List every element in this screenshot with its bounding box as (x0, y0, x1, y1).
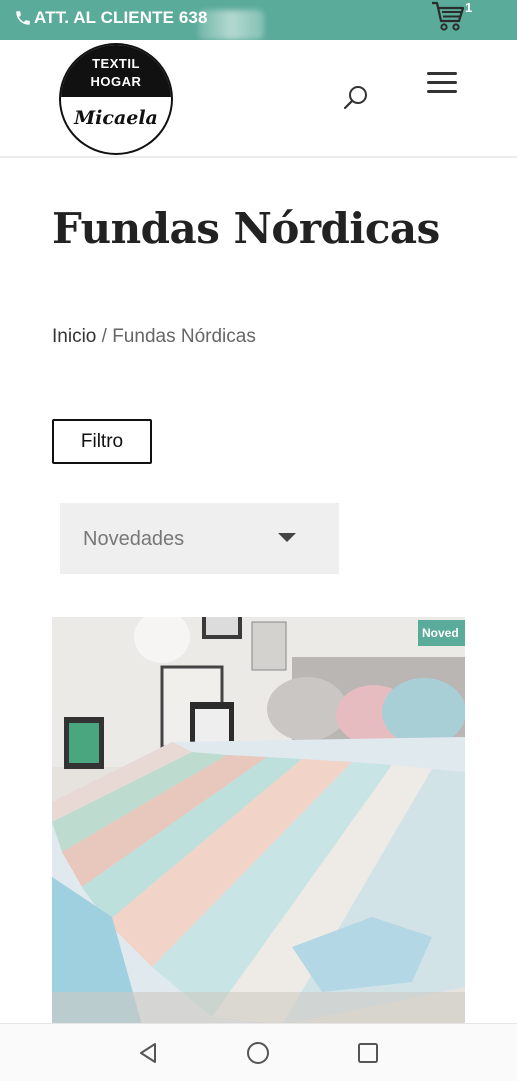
new-product-badge: Noved (418, 620, 465, 646)
phone-icon (16, 11, 30, 25)
back-icon[interactable] (136, 1041, 160, 1065)
site-logo[interactable]: TEXTIL HOGAR Micaela (59, 43, 173, 155)
product-image[interactable] (52, 617, 465, 1025)
sort-select[interactable]: Novedades (60, 503, 339, 574)
breadcrumb-current: Fundas Nórdicas (112, 326, 256, 347)
logo-top-band: TEXTIL HOGAR (61, 45, 171, 97)
chevron-down-icon (278, 533, 296, 542)
logo-line-2: HOGAR (90, 74, 142, 89)
top-contact-bar: ATT. AL CLIENTE 638 1 (0, 0, 517, 40)
system-navigation-bar (0, 1023, 517, 1081)
customer-service-text[interactable]: ATT. AL CLIENTE 638 (34, 8, 208, 28)
breadcrumb: Inicio / Fundas Nórdicas (52, 326, 256, 348)
breadcrumb-home-link[interactable]: Inicio (52, 326, 96, 347)
logo-script-text: Micaela (74, 107, 158, 129)
hamburger-menu-icon[interactable] (427, 72, 457, 94)
search-icon[interactable] (342, 84, 370, 112)
redacted-phone-number (198, 10, 264, 40)
home-icon[interactable] (246, 1041, 270, 1065)
filter-button[interactable]: Filtro (52, 419, 152, 464)
cart-icon[interactable] (430, 0, 466, 32)
logo-line-1: TEXTIL (92, 56, 140, 71)
breadcrumb-separator: / (96, 326, 113, 347)
recents-icon[interactable] (356, 1041, 380, 1065)
page-title: Fundas Nórdicas (52, 204, 440, 253)
cart-count-badge[interactable]: 1 (465, 0, 472, 15)
sort-select-value: Novedades (83, 528, 185, 550)
